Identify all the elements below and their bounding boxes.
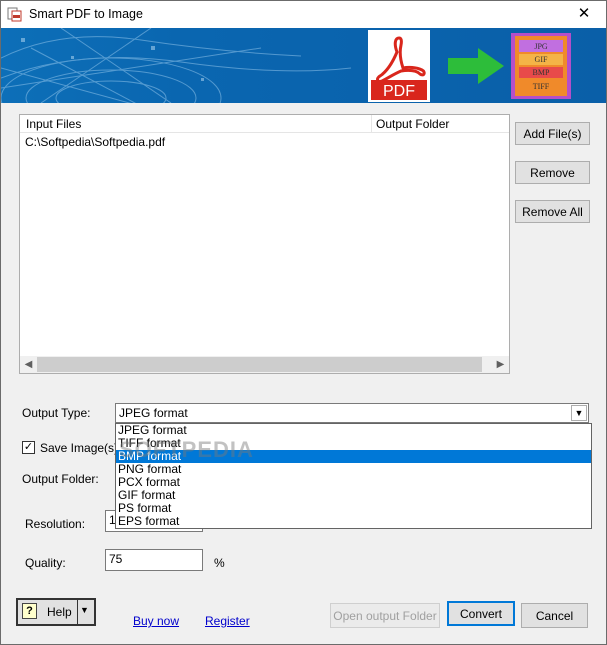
dropdown-option[interactable]: TIFF format [116,437,591,450]
remove-button[interactable]: Remove [515,161,590,184]
column-input-files[interactable]: Input Files [26,117,81,131]
pdf-icon: PDF [368,30,430,102]
dropdown-option[interactable]: EPS format [116,515,591,528]
dropdown-option[interactable]: GIF format [116,489,591,502]
column-separator[interactable] [371,115,372,133]
open-output-folder-button[interactable]: Open output Folder [330,603,440,628]
horizontal-scrollbar[interactable]: ◀ ▶ [20,356,509,373]
scrollbar-thumb[interactable] [37,357,482,372]
dropdown-option[interactable]: PS format [116,502,591,515]
buy-now-link[interactable]: Buy now [133,614,179,628]
register-link[interactable]: Register [205,614,250,628]
scroll-left-icon[interactable]: ◀ [20,356,37,373]
output-folder-label: Output Folder: [22,472,99,486]
quality-unit: % [214,556,225,570]
format-tiff: TIFF [533,82,550,91]
help-dropdown-icon[interactable]: ▼ [80,605,89,615]
pdf-label: PDF [383,83,415,100]
quality-input[interactable]: 75 [105,549,203,571]
help-label: Help [47,605,72,619]
output-type-value: JPEG format [119,406,188,420]
banner-decoration [1,28,352,103]
help-button[interactable]: ? Help ▼ [16,598,96,626]
main-window: Smart PDF to Image ✕ PDF JPG GIF BMP TIF… [0,0,607,645]
format-jpg: JPG [534,42,548,51]
output-type-select[interactable]: JPEG format ▼ [115,403,589,423]
dropdown-option[interactable]: PCX format [116,476,591,489]
save-images-checkbox[interactable]: ✓ [22,441,35,454]
help-icon: ? [22,603,37,619]
format-bmp: BMP [533,68,550,77]
add-files-button[interactable]: Add File(s) [515,122,590,145]
arrow-right-icon [448,48,504,84]
app-icon [7,7,22,22]
dropdown-option[interactable]: PNG format [116,463,591,476]
close-icon: ✕ [577,5,591,22]
help-split [77,600,78,624]
dropdown-option-highlighted[interactable]: BMP format [116,450,591,463]
output-type-dropdown[interactable]: JPEG format TIFF format BMP format PNG f… [115,423,592,529]
chevron-down-icon[interactable]: ▼ [571,405,587,421]
dropdown-option[interactable]: JPEG format [116,424,591,437]
window-title: Smart PDF to Image [29,7,143,21]
convert-button[interactable]: Convert [447,601,515,626]
file-list-row[interactable]: C:\Softpedia\Softpedia.pdf [25,135,165,149]
file-list[interactable]: Input Files Output Folder C:\Softpedia\S… [19,114,510,374]
save-images-label: Save Image(s) t [40,441,125,455]
scroll-right-icon[interactable]: ▶ [492,356,509,373]
quality-label: Quality: [25,556,66,570]
title-bar: Smart PDF to Image ✕ [1,1,606,28]
image-formats-icon: JPG GIF BMP TIFF [511,33,571,99]
output-type-label: Output Type: [22,406,91,420]
remove-all-button[interactable]: Remove All [515,200,590,223]
quality-value: 75 [109,552,123,566]
format-gif: GIF [535,55,548,64]
banner: PDF JPG GIF BMP TIFF [1,28,606,103]
resolution-label: Resolution: [25,517,86,531]
file-list-header: Input Files Output Folder [20,115,509,133]
close-button[interactable]: ✕ [562,1,606,28]
column-output-folder[interactable]: Output Folder [376,117,449,131]
input-file-path: C:\Softpedia\Softpedia.pdf [25,135,166,149]
cancel-button[interactable]: Cancel [521,603,588,628]
